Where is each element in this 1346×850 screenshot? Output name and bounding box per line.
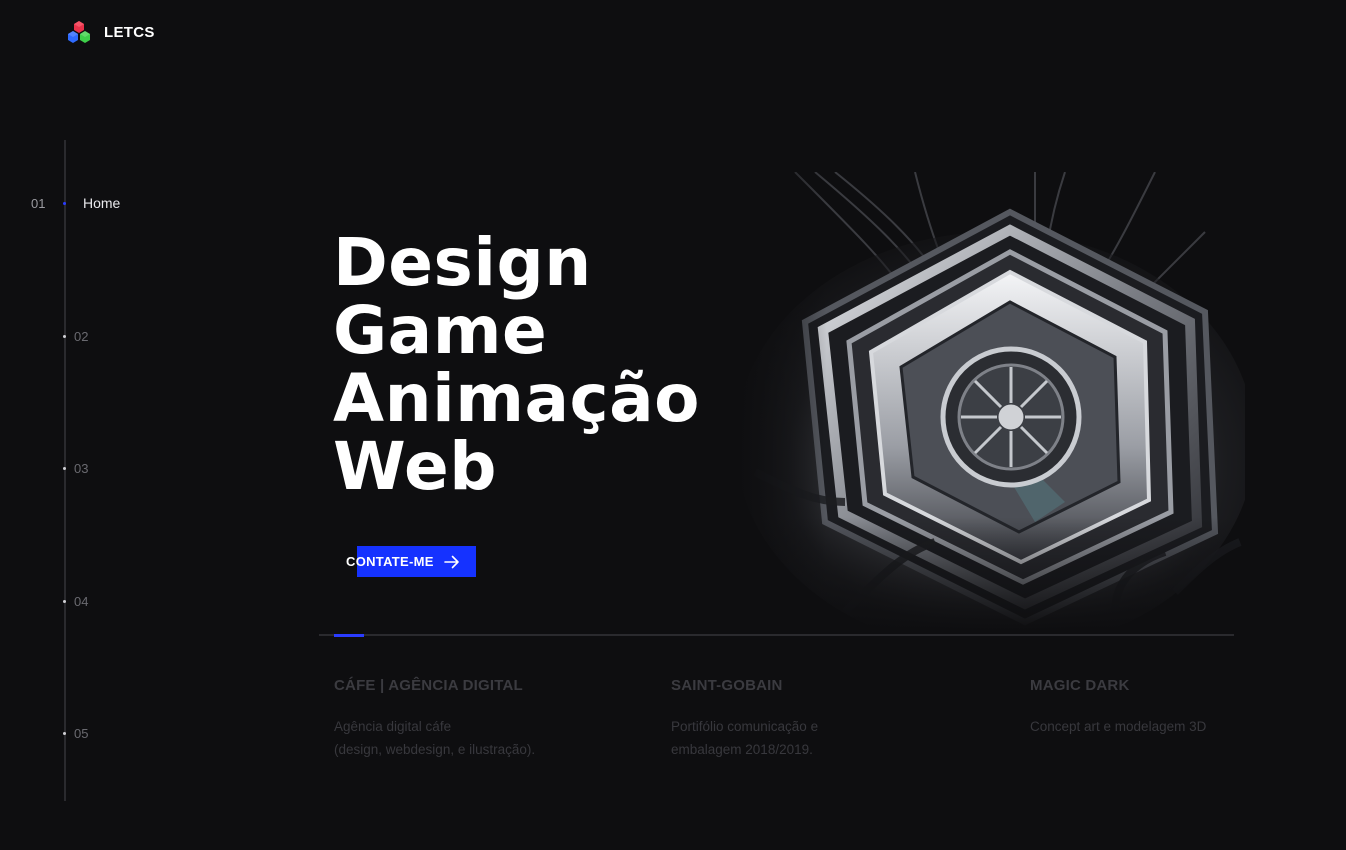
project-description-line: Portifólio comunicação e xyxy=(671,719,819,734)
project-description-line: embalagem 2018/2019. xyxy=(671,742,813,757)
project-title[interactable]: CÁFE | AGÊNCIA DIGITAL xyxy=(334,677,535,694)
hero-line-animacao: Animação xyxy=(333,360,700,437)
side-nav-dot xyxy=(63,201,66,205)
project-card-saint-gobain[interactable]: SAINT-GOBAIN Portifólio comunicação e em… xyxy=(671,677,818,761)
project-description-line: Concept art e modelagem 3D xyxy=(1030,719,1207,734)
project-card-cafe[interactable]: CÁFE | AGÊNCIA DIGITAL Agência digital c… xyxy=(334,677,535,761)
side-nav-dot xyxy=(63,731,66,735)
side-nav-dot xyxy=(63,334,66,338)
project-title[interactable]: SAINT-GOBAIN xyxy=(671,677,818,694)
logo-link[interactable]: LETCS xyxy=(66,20,155,45)
project-description: Portifólio comunicação e embalagem 2018/… xyxy=(671,715,818,761)
side-nav-number: 05 xyxy=(74,725,89,741)
hexagon-cubes-logo-icon xyxy=(68,21,90,43)
side-nav-dot xyxy=(63,466,66,470)
side-nav-number: 04 xyxy=(74,593,89,609)
projects-divider xyxy=(319,634,1234,636)
contact-button[interactable]: CONTATE-ME xyxy=(346,546,476,577)
side-nav-item-03[interactable]: 03 xyxy=(63,458,88,478)
side-nav-number: 02 xyxy=(74,328,89,344)
hero-artwork-image xyxy=(735,172,1245,632)
arrow-right-icon xyxy=(443,555,459,568)
hero-title: Design Game Animação Web xyxy=(333,229,700,501)
logo-text: LETCS xyxy=(104,24,155,41)
side-nav-dot xyxy=(63,599,66,603)
page: LETCS 01 Home 02 03 04 05 Design Game An… xyxy=(0,0,1346,850)
side-nav-label: Home xyxy=(83,195,121,211)
project-title[interactable]: MAGIC DARK xyxy=(1030,677,1206,694)
side-nav-item-01[interactable]: 01 Home xyxy=(31,193,120,213)
project-description-line: Agência digital cáfe xyxy=(334,719,452,734)
side-nav-number: 03 xyxy=(74,460,89,476)
hero-line-web: Web xyxy=(333,428,497,505)
contact-button-label: CONTATE-ME xyxy=(346,554,434,569)
project-description: Agência digital cáfe (design, webdesign,… xyxy=(334,715,535,761)
side-nav-item-04[interactable]: 04 xyxy=(63,591,88,611)
slider-progress-bar xyxy=(334,634,364,637)
side-nav-item-05[interactable]: 05 xyxy=(63,723,88,743)
project-description-line: (design, webdesign, e ilustração). xyxy=(334,742,536,757)
side-nav-item-02[interactable]: 02 xyxy=(63,326,88,346)
hero-line-design: Design xyxy=(333,224,592,301)
project-card-magic-dark[interactable]: MAGIC DARK Concept art e modelagem 3D xyxy=(1030,677,1206,738)
side-nav-number: 01 xyxy=(31,195,46,211)
hero-line-game: Game xyxy=(333,292,548,369)
project-description: Concept art e modelagem 3D xyxy=(1030,715,1206,738)
